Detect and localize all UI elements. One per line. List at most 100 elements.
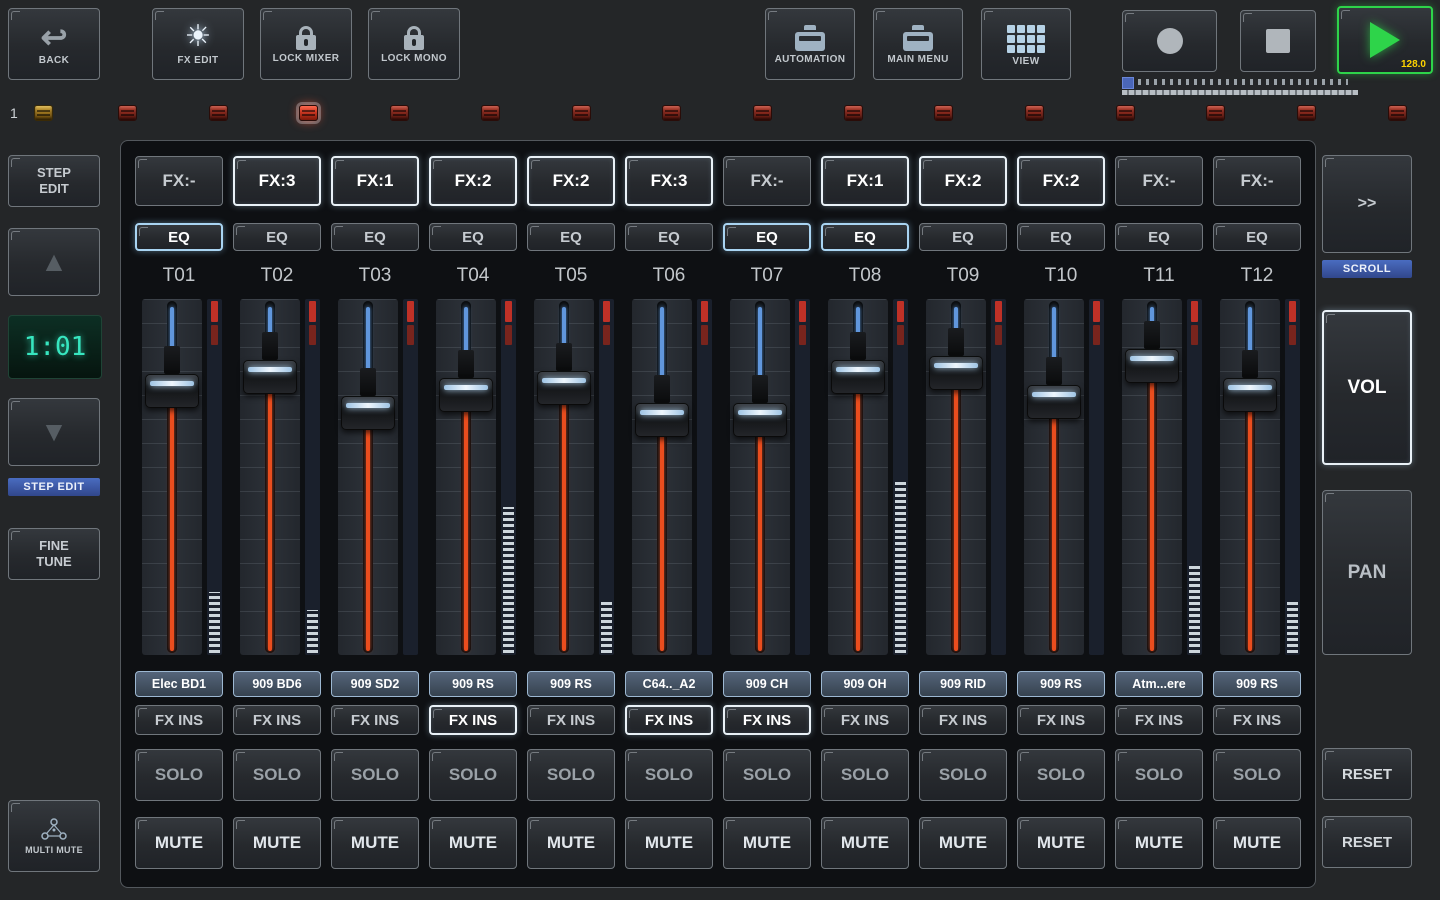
fader-knob[interactable] [635, 375, 689, 437]
fx-ins-button[interactable]: FX INS [331, 705, 419, 735]
eq-button[interactable]: EQ [919, 223, 1007, 251]
eq-button[interactable]: EQ [233, 223, 321, 251]
eq-button[interactable]: EQ [1017, 223, 1105, 251]
track-name-button[interactable]: 909 OH [821, 671, 909, 697]
mute-button[interactable]: MUTE [919, 817, 1007, 869]
pad-indicator[interactable] [299, 105, 318, 121]
fx-slot-button[interactable]: FX:2 [1017, 156, 1105, 206]
lock-mono-button[interactable]: LOCK MONO [368, 8, 460, 80]
pad-indicator[interactable] [662, 105, 681, 121]
fx-ins-button[interactable]: FX INS [1115, 705, 1203, 735]
fx-slot-button[interactable]: FX:- [723, 156, 811, 206]
track-name-button[interactable]: 909 RS [429, 671, 517, 697]
pad-indicator[interactable] [390, 105, 409, 121]
fx-slot-button[interactable]: FX:- [1213, 156, 1301, 206]
pad-indicator[interactable] [481, 105, 500, 121]
position-up-button[interactable]: ▲ [8, 228, 100, 296]
track-name-button[interactable]: 909 BD6 [233, 671, 321, 697]
solo-button[interactable]: SOLO [527, 749, 615, 801]
fx-ins-button[interactable]: FX INS [429, 705, 517, 735]
pan-button[interactable]: PAN [1322, 490, 1412, 655]
eq-button[interactable]: EQ [1213, 223, 1301, 251]
solo-button[interactable]: SOLO [429, 749, 517, 801]
fader-knob[interactable] [1223, 350, 1277, 412]
track-name-button[interactable]: 909 CH [723, 671, 811, 697]
fx-slot-button[interactable]: FX:2 [919, 156, 1007, 206]
mute-button[interactable]: MUTE [1017, 817, 1105, 869]
fx-slot-button[interactable]: FX:3 [233, 156, 321, 206]
timeline-ticks[interactable] [1138, 79, 1348, 85]
automation-button[interactable]: AUTOMATION [765, 8, 855, 80]
eq-button[interactable]: EQ [821, 223, 909, 251]
mute-button[interactable]: MUTE [331, 817, 419, 869]
mute-button[interactable]: MUTE [723, 817, 811, 869]
reset-mute-button[interactable]: RESET [1322, 816, 1412, 868]
eq-button[interactable]: EQ [1115, 223, 1203, 251]
multi-mute-button[interactable]: MULTI MUTE [8, 800, 100, 872]
solo-button[interactable]: SOLO [233, 749, 321, 801]
fine-tune-button[interactable]: FINE TUNE [8, 528, 100, 580]
track-name-button[interactable]: 909 SD2 [331, 671, 419, 697]
fader-knob[interactable] [733, 375, 787, 437]
fx-ins-button[interactable]: FX INS [723, 705, 811, 735]
fader-knob[interactable] [439, 350, 493, 412]
pad-indicator[interactable] [1025, 105, 1044, 121]
fx-ins-button[interactable]: FX INS [135, 705, 223, 735]
solo-button[interactable]: SOLO [331, 749, 419, 801]
mute-button[interactable]: MUTE [1213, 817, 1301, 869]
track-name-button[interactable]: 909 RID [919, 671, 1007, 697]
fx-ins-button[interactable]: FX INS [527, 705, 615, 735]
fader-knob[interactable] [537, 343, 591, 405]
fader-knob[interactable] [145, 346, 199, 408]
fx-slot-button[interactable]: FX:3 [625, 156, 713, 206]
fader-knob[interactable] [929, 328, 983, 390]
lock-mixer-button[interactable]: LOCK MIXER [260, 8, 352, 80]
vol-button[interactable]: VOL [1322, 310, 1412, 465]
fx-slot-button[interactable]: FX:1 [821, 156, 909, 206]
fader-knob[interactable] [1027, 357, 1081, 419]
record-button[interactable] [1122, 10, 1217, 72]
solo-button[interactable]: SOLO [723, 749, 811, 801]
solo-button[interactable]: SOLO [1017, 749, 1105, 801]
fx-slot-button[interactable]: FX:- [1115, 156, 1203, 206]
eq-button[interactable]: EQ [331, 223, 419, 251]
track-name-button[interactable]: 909 RS [527, 671, 615, 697]
pad-indicator[interactable] [34, 105, 53, 121]
fader-knob[interactable] [1125, 321, 1179, 383]
pad-indicator[interactable] [844, 105, 863, 121]
mute-button[interactable]: MUTE [527, 817, 615, 869]
fx-slot-button[interactable]: FX:- [135, 156, 223, 206]
eq-button[interactable]: EQ [527, 223, 615, 251]
track-name-button[interactable]: Elec BD1 [135, 671, 223, 697]
eq-button[interactable]: EQ [625, 223, 713, 251]
fx-ins-button[interactable]: FX INS [233, 705, 321, 735]
eq-button[interactable]: EQ [429, 223, 517, 251]
pad-indicator[interactable] [1206, 105, 1225, 121]
solo-button[interactable]: SOLO [821, 749, 909, 801]
solo-button[interactable]: SOLO [1213, 749, 1301, 801]
pad-indicator[interactable] [753, 105, 772, 121]
pad-indicator[interactable] [118, 105, 137, 121]
stop-button[interactable] [1240, 10, 1316, 72]
fader-knob[interactable] [831, 332, 885, 394]
step-edit-button[interactable]: STEP EDIT [8, 155, 100, 207]
pad-indicator[interactable] [1116, 105, 1135, 121]
fx-ins-button[interactable]: FX INS [821, 705, 909, 735]
solo-button[interactable]: SOLO [919, 749, 1007, 801]
fx-ins-button[interactable]: FX INS [1213, 705, 1301, 735]
mute-button[interactable]: MUTE [429, 817, 517, 869]
solo-button[interactable]: SOLO [135, 749, 223, 801]
main-menu-button[interactable]: MAIN MENU [873, 8, 963, 80]
pad-indicator[interactable] [1388, 105, 1407, 121]
pad-indicator[interactable] [934, 105, 953, 121]
track-name-button[interactable]: Atm...ere [1115, 671, 1203, 697]
mute-button[interactable]: MUTE [135, 817, 223, 869]
fx-ins-button[interactable]: FX INS [625, 705, 713, 735]
position-down-button[interactable]: ▼ [8, 398, 100, 466]
mute-button[interactable]: MUTE [233, 817, 321, 869]
pad-indicator[interactable] [209, 105, 228, 121]
fx-slot-button[interactable]: FX:2 [429, 156, 517, 206]
fx-slot-button[interactable]: FX:1 [331, 156, 419, 206]
mute-button[interactable]: MUTE [1115, 817, 1203, 869]
fx-edit-button[interactable]: ☀ FX EDIT [152, 8, 244, 80]
